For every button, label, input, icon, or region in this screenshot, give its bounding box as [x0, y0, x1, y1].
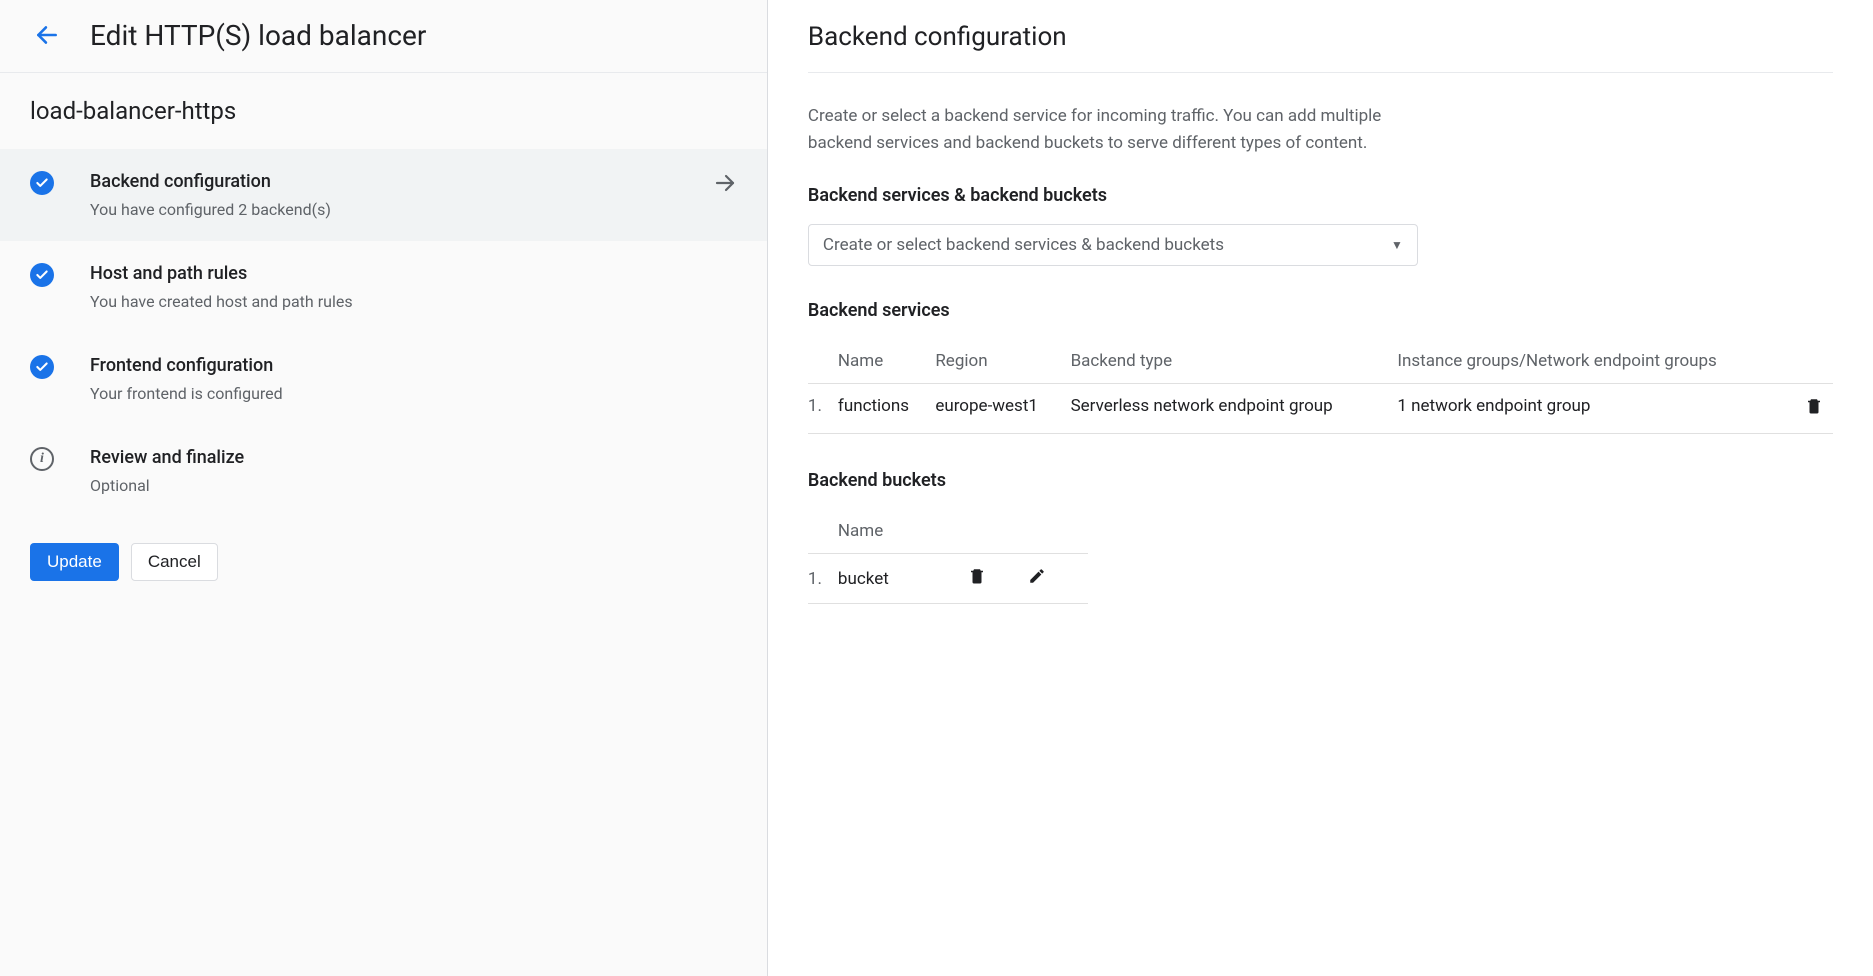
right-description: Create or select a backend service for i…	[808, 103, 1428, 157]
step-frontend-configuration[interactable]: Frontend configuration Your frontend is …	[0, 333, 767, 425]
delete-button[interactable]	[968, 566, 986, 586]
services-heading: Backend services	[808, 300, 1833, 321]
dropdown-placeholder: Create or select backend services & back…	[823, 235, 1224, 255]
delete-button[interactable]	[1805, 396, 1823, 416]
col-name: Name	[838, 339, 935, 384]
backend-services-table: Name Region Backend type Instance groups…	[808, 339, 1833, 434]
left-pane: Edit HTTP(S) load balancer load-balancer…	[0, 0, 768, 976]
lb-name: load-balancer-https	[0, 73, 767, 149]
step-title: Backend configuration	[90, 171, 703, 192]
row-index: 1.	[808, 554, 838, 604]
edit-button[interactable]	[1028, 567, 1046, 585]
section-heading: Backend services & backend buckets	[808, 185, 1833, 206]
step-subtitle: You have configured 2 backend(s)	[90, 200, 703, 219]
step-subtitle: Optional	[90, 476, 737, 495]
col-name: Name	[838, 509, 968, 554]
cancel-button[interactable]: Cancel	[131, 543, 218, 581]
back-button[interactable]	[30, 18, 64, 52]
svc-region: europe-west1	[935, 384, 1070, 434]
steps-list: Backend configuration You have configure…	[0, 149, 767, 517]
check-icon	[30, 263, 54, 287]
step-subtitle: You have created host and path rules	[90, 292, 737, 311]
col-region: Region	[935, 339, 1070, 384]
check-icon	[30, 355, 54, 379]
step-title: Host and path rules	[90, 263, 737, 284]
table-row: 1. bucket	[808, 554, 1088, 604]
step-host-path-rules[interactable]: Host and path rules You have created hos…	[0, 241, 767, 333]
backend-dropdown[interactable]: Create or select backend services & back…	[808, 224, 1418, 266]
arrow-right-icon	[713, 171, 737, 195]
buckets-heading: Backend buckets	[808, 470, 1833, 491]
trash-icon	[968, 566, 986, 586]
update-button[interactable]: Update	[30, 543, 119, 581]
col-type: Backend type	[1071, 339, 1398, 384]
trash-icon	[1805, 396, 1823, 416]
step-subtitle: Your frontend is configured	[90, 384, 737, 403]
backend-buckets-table: Name 1. bucket	[808, 509, 1088, 604]
action-buttons: Update Cancel	[0, 517, 767, 607]
bucket-name: bucket	[838, 554, 968, 604]
pencil-icon	[1028, 567, 1046, 585]
svc-type: Serverless network endpoint group	[1071, 384, 1398, 434]
col-groups: Instance groups/Network endpoint groups	[1397, 339, 1793, 384]
table-row: 1. functions europe-west1 Serverless net…	[808, 384, 1833, 434]
svc-groups: 1 network endpoint group	[1397, 384, 1793, 434]
step-title: Frontend configuration	[90, 355, 737, 376]
check-icon	[30, 171, 54, 195]
chevron-down-icon: ▼	[1391, 238, 1403, 252]
right-pane: Backend configuration Create or select a…	[768, 0, 1873, 976]
right-title: Backend configuration	[808, 0, 1833, 73]
info-icon: i	[30, 447, 54, 471]
step-title: Review and finalize	[90, 447, 737, 468]
step-review-finalize[interactable]: i Review and finalize Optional	[0, 425, 767, 517]
svc-name: functions	[838, 384, 935, 434]
page-title: Edit HTTP(S) load balancer	[90, 19, 426, 52]
row-index: 1.	[808, 384, 838, 434]
step-backend-configuration[interactable]: Backend configuration You have configure…	[0, 149, 767, 241]
step-chevron	[703, 171, 737, 195]
left-header: Edit HTTP(S) load balancer	[0, 0, 767, 73]
arrow-left-icon	[34, 22, 60, 48]
